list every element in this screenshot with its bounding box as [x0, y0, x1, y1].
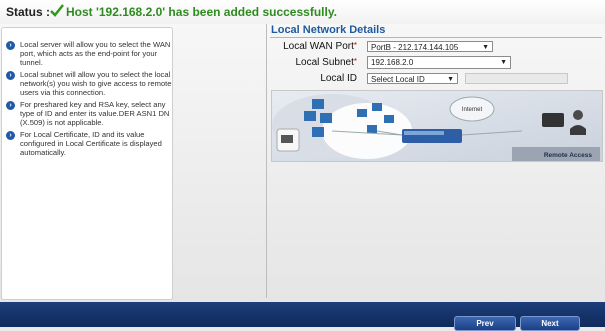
- section-divider: [270, 37, 602, 38]
- help-text: Local subnet will allow you to select th…: [20, 70, 172, 97]
- dropdown-arrow-icon: ▼: [482, 44, 489, 51]
- help-text: For preshared key and RSA key, select an…: [20, 100, 170, 127]
- status-message: Host '192.168.2.0' has been added succes…: [66, 5, 337, 19]
- footer-bar: Prev Next: [0, 302, 605, 331]
- info-bullet-icon: ›: [6, 131, 15, 140]
- local-id-label: Local ID: [320, 73, 357, 84]
- required-marker: *: [353, 41, 357, 50]
- network-diagram-graphic: Internet Remote Access: [272, 91, 602, 161]
- local-id-select[interactable]: Select Local ID ▼: [367, 73, 458, 84]
- prev-button[interactable]: Prev: [454, 316, 516, 331]
- local-id-value-input[interactable]: [465, 73, 568, 84]
- next-button[interactable]: Next: [520, 316, 580, 331]
- wan-port-label: Local WAN Port*: [283, 41, 357, 52]
- wan-port-select[interactable]: PortB - 212.174.144.105 ▼: [367, 41, 493, 52]
- dropdown-arrow-icon: ▼: [447, 76, 454, 83]
- info-bullet-icon: ›: [6, 71, 15, 80]
- info-bullet-icon: ›: [6, 41, 15, 50]
- section-title: Local Network Details: [271, 24, 386, 36]
- network-diagram: Internet Remote Access: [271, 90, 603, 162]
- help-panel: › Local server will allow you to select …: [1, 27, 173, 300]
- status-bar: Status : Host '192.168.2.0' has been add…: [0, 0, 605, 25]
- status-label: Status :: [6, 5, 51, 19]
- internet-label: Internet: [462, 107, 483, 113]
- required-marker: *: [353, 57, 357, 66]
- subnet-label: Local Subnet*: [295, 57, 357, 68]
- help-text: Local server will allow you to select th…: [20, 40, 171, 67]
- checkmark-icon: [50, 4, 64, 17]
- info-bullet-icon: ›: [6, 101, 15, 110]
- help-text: For Local Certificate, ID and its value …: [20, 130, 162, 157]
- remote-access-label: Remote Access: [544, 152, 593, 159]
- subnet-select[interactable]: 192.168.2.0 ▼: [367, 56, 511, 69]
- dropdown-arrow-icon: ▼: [500, 59, 507, 66]
